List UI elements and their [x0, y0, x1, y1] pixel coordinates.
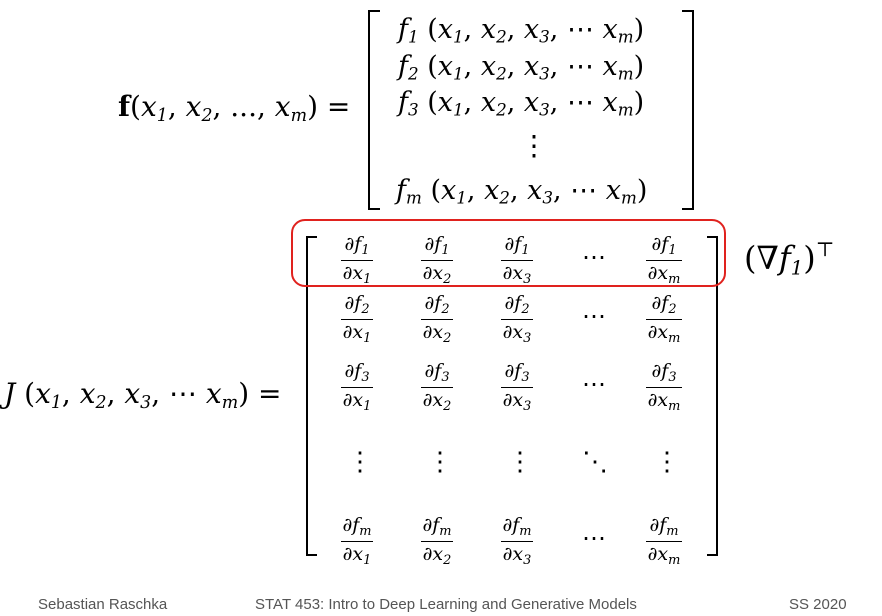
- jacobian-entry-f3-x1: ∂f3 ∂x1: [340, 360, 374, 414]
- jacobian-entry-f2-x3: ∂f2 ∂x3: [500, 292, 534, 346]
- jacobian-entry-f2-x1: ∂f2 ∂x1: [340, 292, 374, 346]
- jacobian-ellipsis-4-5: ⋮: [654, 447, 680, 477]
- jacobian-ellipsis-4-2: ⋮: [427, 447, 453, 477]
- vector-row-f1: f1 (x1, x2, x3, ⋯ xm): [398, 14, 645, 47]
- jacobian-ellipsis-5-4: ⋯: [582, 524, 606, 552]
- vector-row-fm: fm (x1, x2, x3, ⋯ xm): [396, 175, 648, 208]
- jacobian-entry-f2-xm: ∂f2 ∂xm: [645, 292, 683, 346]
- footer-course: STAT 453: Intro to Deep Learning and Gen…: [255, 596, 637, 613]
- footer-author: Sebastian Raschka: [38, 596, 168, 613]
- jacobian-entry-f3-xm: ∂f3 ∂xm: [645, 360, 683, 414]
- gradient-transpose-label: (∇f1)⊤: [744, 238, 835, 280]
- jacobian-entry-fm-x2: ∂fm ∂x2: [420, 514, 454, 568]
- jacobian-ellipsis-3-4: ⋯: [582, 370, 606, 398]
- jacobian-ellipsis-4-3: ⋮: [507, 447, 533, 477]
- jacobian-entry-f3-x3: ∂f3 ∂x3: [500, 360, 534, 414]
- vector-function-lhs: f(x1, x2, ..., xm) =: [118, 90, 351, 126]
- jacobian-ellipsis-2-4: ⋯: [582, 302, 606, 330]
- jacobian-entry-f3-x2: ∂f3 ∂x2: [420, 360, 454, 414]
- vector-row-f3: f3 (x1, x2, x3, ⋯ xm): [398, 87, 645, 120]
- jacobian-ellipsis-4-1: ⋮: [347, 447, 373, 477]
- jacobian-lhs: J (x1, x2, x3, ⋯ xm) =: [4, 377, 282, 413]
- vector-left-bracket: [368, 10, 380, 210]
- footer-term: SS 2020: [789, 596, 847, 613]
- jacobian-entry-fm-x1: ∂fm ∂x1: [340, 514, 374, 568]
- vector-right-bracket: [682, 10, 694, 210]
- vector-vdots: ⋮: [520, 129, 548, 162]
- jacobian-entry-fm-x3: ∂fm ∂x3: [500, 514, 534, 568]
- gradient-row-highlight: [291, 219, 726, 287]
- jacobian-entry-fm-xm: ∂fm ∂xm: [645, 514, 683, 568]
- jacobian-entry-f2-x2: ∂f2 ∂x2: [420, 292, 454, 346]
- vector-row-f2: f2 (x1, x2, x3, ⋯ xm): [398, 51, 645, 84]
- jacobian-ellipsis-4-4: ⋱: [582, 447, 608, 477]
